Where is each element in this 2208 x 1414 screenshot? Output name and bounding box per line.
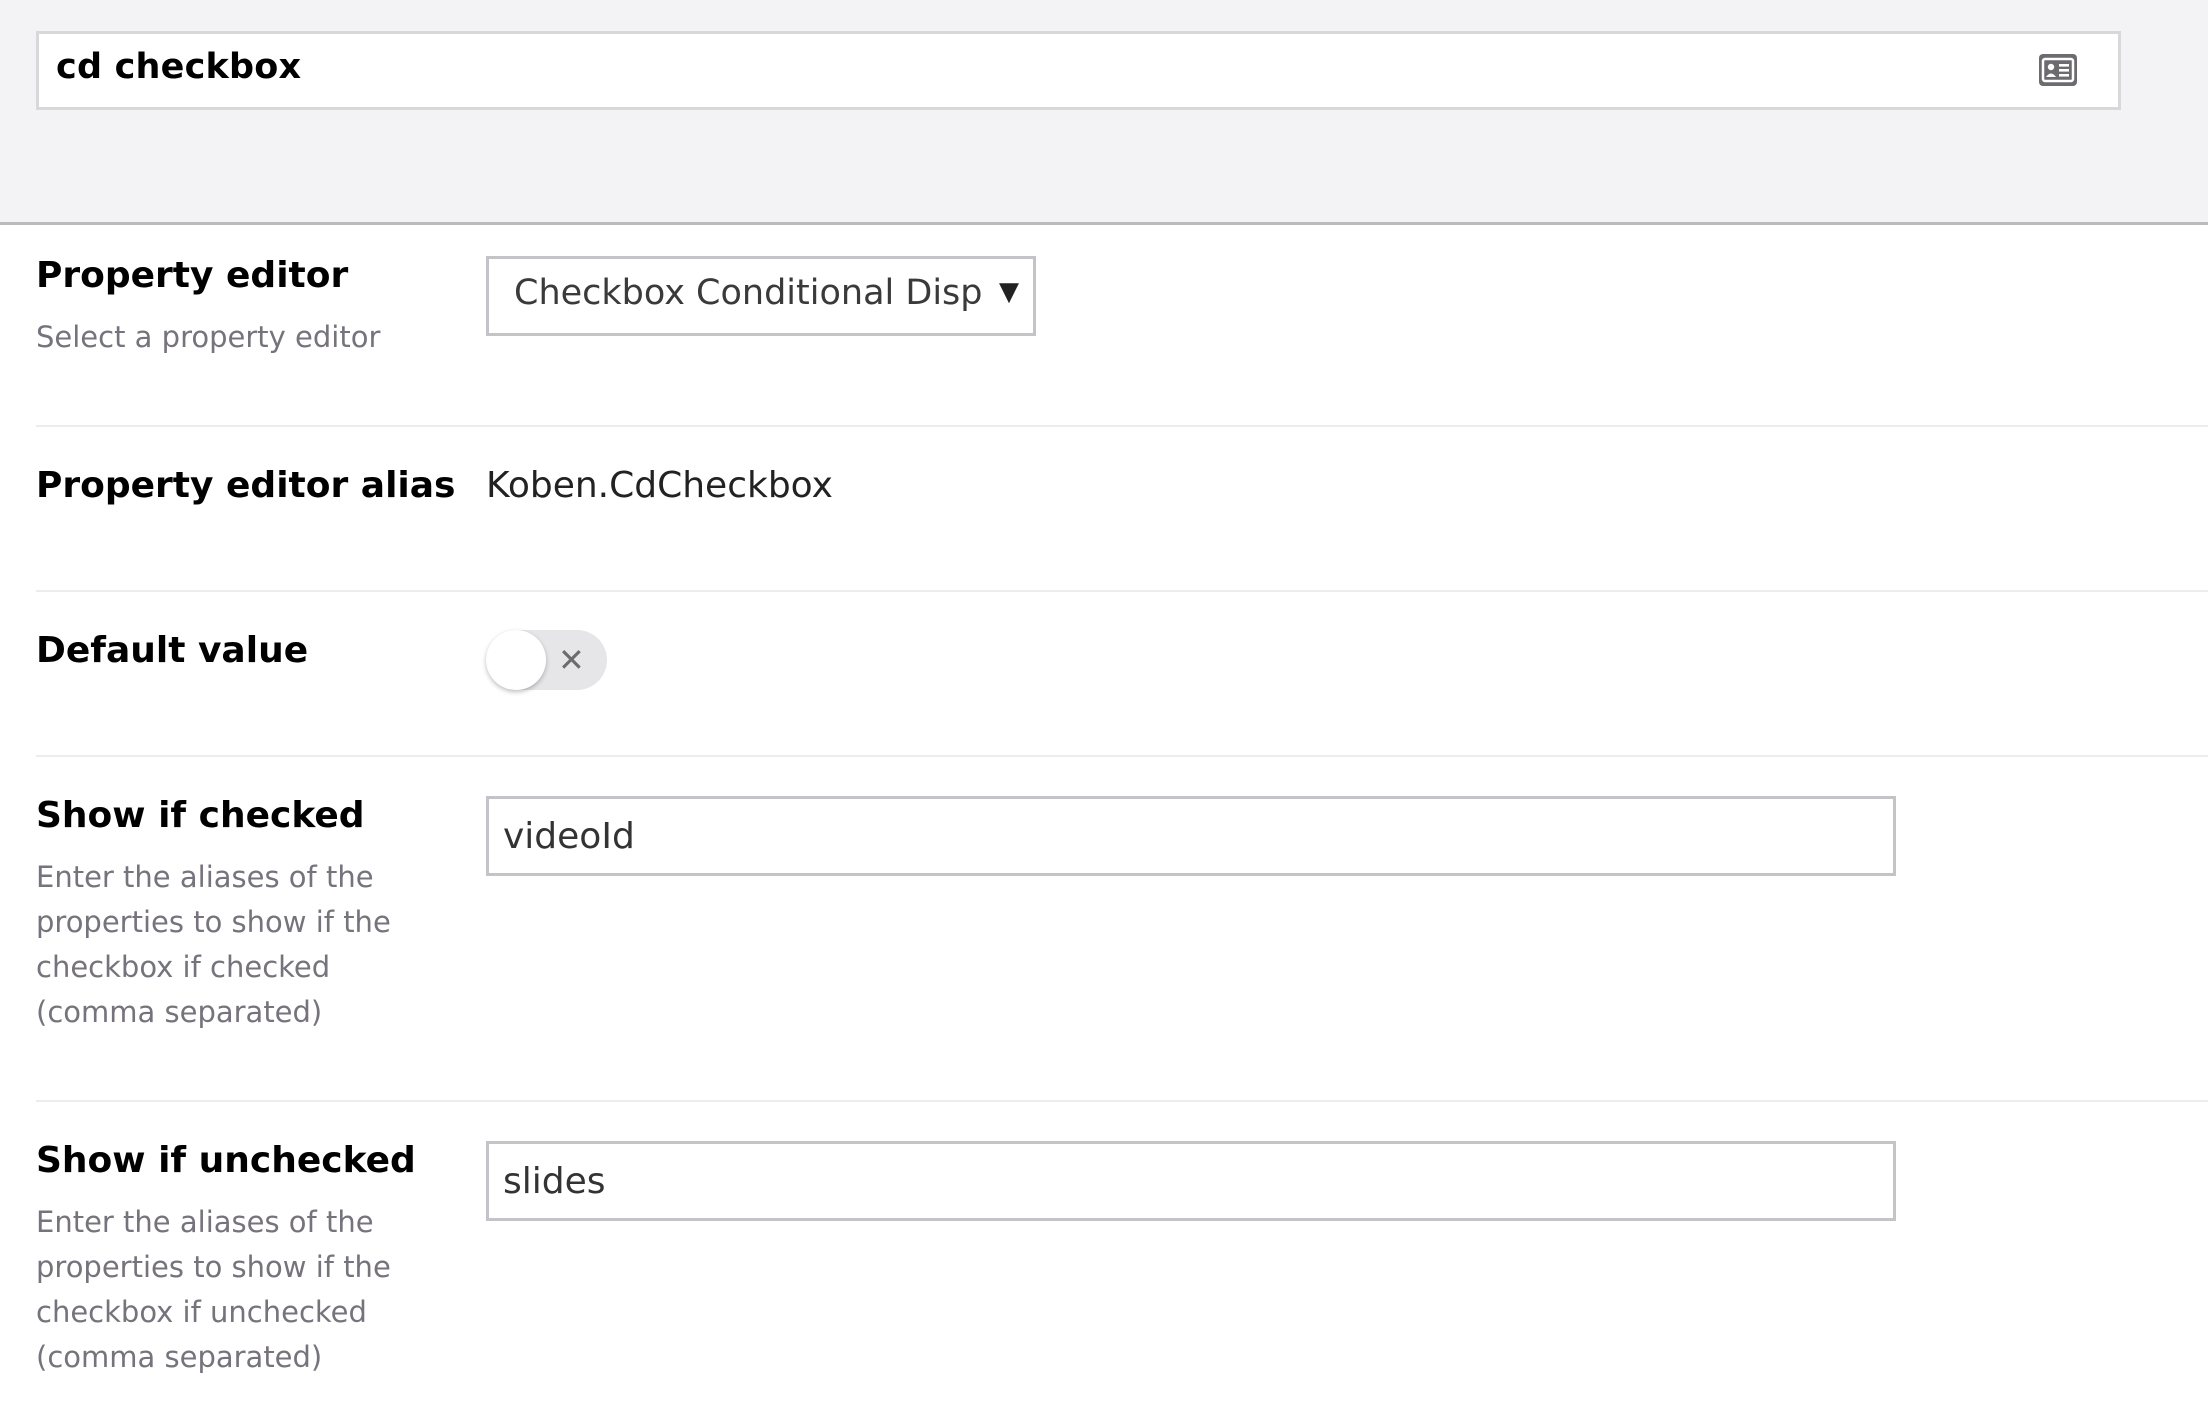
toggle-knob	[486, 630, 546, 690]
property-editor-alias-label: Property editor alias	[36, 465, 456, 506]
name-value[interactable]: cd checkbox	[56, 47, 301, 87]
default-value-toggle[interactable]: ✕	[486, 630, 607, 690]
show-if-checked-input[interactable]	[486, 796, 1896, 876]
row-divider	[36, 425, 2208, 427]
name-input[interactable]: cd checkbox	[36, 31, 2121, 110]
show-if-unchecked-label: Show if unchecked	[36, 1140, 416, 1181]
property-editor-alias-value: Koben.CdCheckbox	[486, 465, 833, 506]
property-editor-select[interactable]: Checkbox Conditional Displayer ▼	[486, 256, 1036, 336]
row-divider	[36, 755, 2208, 757]
default-value-row: Default value ✕	[36, 630, 2208, 755]
show-if-checked-row: Show if checked Enter the aliases of the…	[36, 795, 2208, 1100]
default-value-label: Default value	[36, 630, 309, 671]
row-divider	[36, 590, 2208, 592]
show-if-checked-description: Enter the aliases of the properties to s…	[36, 860, 391, 1029]
show-if-unchecked-row: Show if unchecked Enter the aliases of t…	[36, 1140, 2208, 1414]
show-if-unchecked-input[interactable]	[486, 1141, 1896, 1221]
property-editor-row: Property editor Select a property editor…	[36, 255, 2208, 425]
caret-down-icon: ▼	[999, 277, 1019, 307]
show-if-checked-label: Show if checked	[36, 795, 365, 836]
row-divider	[36, 1100, 2208, 1102]
editor-header: cd checkbox	[0, 0, 2208, 225]
id-card-icon[interactable]	[2038, 53, 2078, 87]
property-editor-label: Property editor	[36, 255, 349, 296]
property-editor-selected-value: Checkbox Conditional Displayer	[514, 273, 984, 313]
close-icon: ✕	[558, 641, 585, 679]
property-editor-alias-row: Property editor alias Koben.CdCheckbox	[36, 465, 2208, 590]
property-editor-description: Select a property editor	[36, 320, 381, 354]
show-if-unchecked-description: Enter the aliases of the properties to s…	[36, 1205, 391, 1374]
